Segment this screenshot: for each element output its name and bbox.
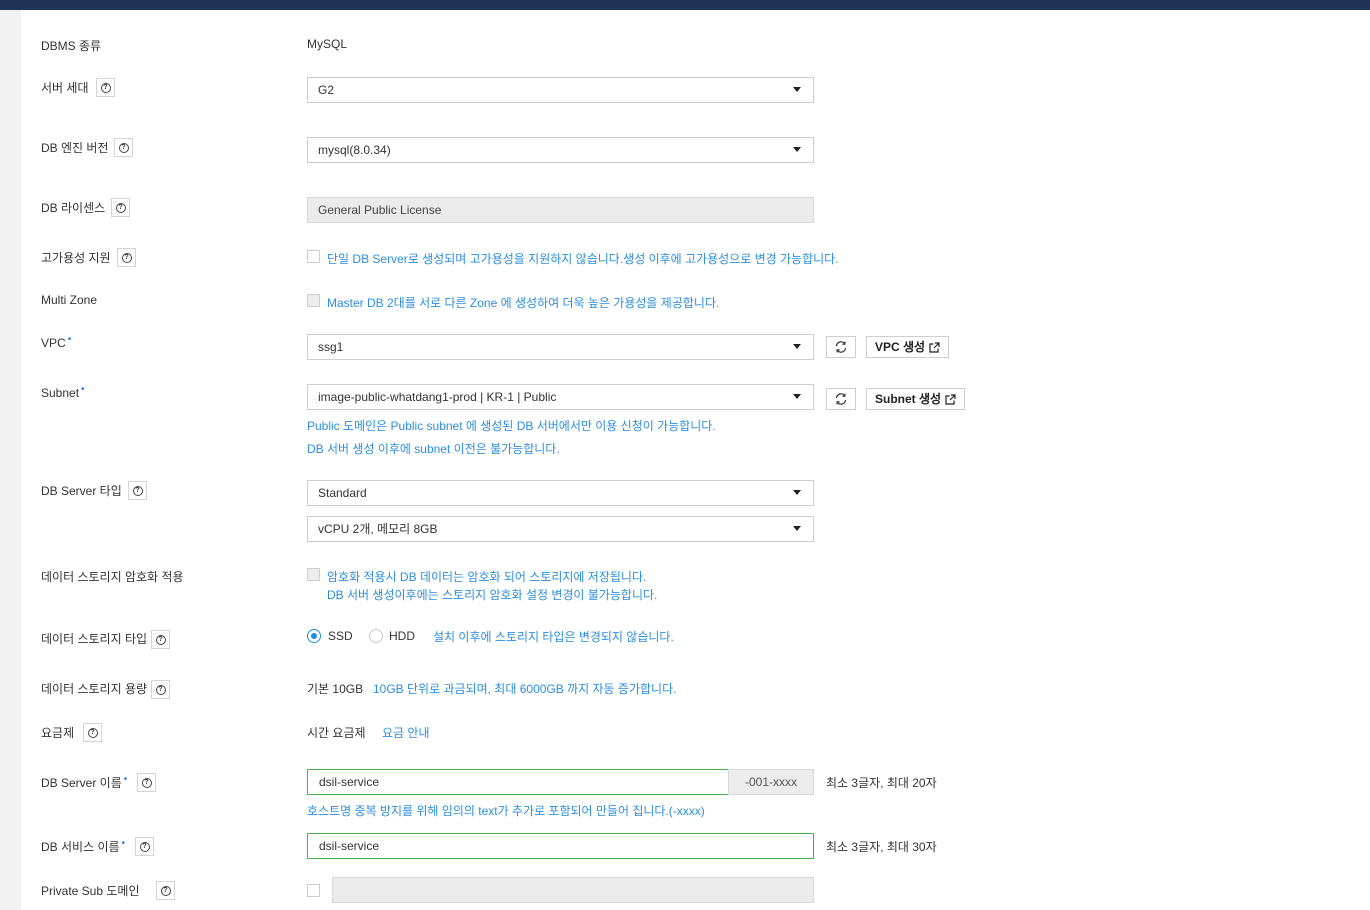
required-mark: •: [81, 384, 85, 395]
help-icon[interactable]: ?: [83, 723, 102, 742]
external-link-icon: [945, 393, 956, 405]
help-icon[interactable]: ?: [135, 837, 154, 856]
multizone-info: Master DB 2대를 서로 다른 Zone 에 생성하여 더욱 높은 가용…: [327, 296, 720, 310]
service-name-label: DB 서비스 이름 •: [41, 838, 125, 855]
help-icon[interactable]: ?: [111, 198, 130, 217]
server-name-label: DB Server 이름 •: [41, 774, 127, 791]
help-icon[interactable]: ?: [156, 881, 175, 900]
hdd-radio[interactable]: [369, 629, 383, 643]
server-gen-label: 서버 세대: [41, 81, 89, 95]
server-type-label: DB Server 타입: [41, 484, 122, 498]
help-icon[interactable]: ?: [151, 680, 170, 699]
encryption-checkbox[interactable]: [307, 568, 320, 581]
required-mark: •: [123, 774, 128, 785]
ssd-label: SSD: [328, 629, 353, 643]
caret-down-icon: [793, 147, 801, 152]
dbms-value: MySQL: [307, 37, 348, 51]
external-link-icon: [929, 341, 940, 353]
subnet-create-button[interactable]: Subnet 생성: [866, 388, 966, 410]
storage-size-value: 기본 10GB: [307, 682, 364, 696]
encryption-info-2: DB 서버 생성이후에는 스토리지 암호화 설정 변경이 불가능합니다.: [327, 588, 658, 602]
encryption-label: 데이터 스토리지 암호화 적용: [41, 570, 184, 584]
help-icon[interactable]: ?: [96, 78, 115, 97]
subnet-note-1: Public 도메인은 Public subnet 에 생성된 DB 서버에서만…: [307, 419, 716, 433]
caret-down-icon: [793, 87, 801, 92]
server-spec-value: vCPU 2개, 메모리 8GB: [318, 522, 438, 536]
refresh-icon: [835, 341, 847, 353]
server-name-label-text: DB Server 이름: [41, 776, 122, 790]
subnet-value: image-public-whatdang1-prod | KR-1 | Pub…: [318, 390, 557, 404]
subnet-label: Subnet •: [41, 384, 85, 400]
private-sub-label: Private Sub 도메인: [41, 884, 140, 898]
vpc-select[interactable]: ssg1: [307, 334, 814, 360]
hdd-label: HDD: [389, 629, 415, 643]
server-name-hint: 최소 3글자, 최대 20자: [826, 776, 937, 790]
pricing-label: 요금제: [41, 726, 75, 740]
dbms-label: DBMS 종류: [41, 39, 102, 53]
server-gen-value: G2: [318, 83, 335, 97]
help-icon[interactable]: ?: [151, 630, 170, 649]
ha-label: 고가용성 지원: [41, 251, 111, 265]
private-sub-input[interactable]: [332, 877, 814, 903]
server-name-suffix: -001-xxxx: [728, 769, 814, 795]
top-bar: [0, 0, 1370, 10]
vpc-refresh-button[interactable]: [826, 336, 856, 358]
license-label: DB 라이센스: [41, 201, 106, 215]
storage-size-note: 10GB 단위로 과금되며, 최대 6000GB 까지 자동 증가합니다.: [373, 682, 677, 696]
ha-info: 단일 DB Server로 생성되며 고가용성을 지원하지 않습니다.생성 이후…: [327, 252, 839, 266]
subnet-label-text: Subnet: [41, 386, 80, 400]
vpc-value: ssg1: [318, 340, 344, 354]
multizone-checkbox[interactable]: [307, 294, 320, 307]
encryption-info-1: 암호화 적용시 DB 데이터는 암호화 되어 스토리지에 저장됩니다.: [327, 570, 647, 584]
required-mark: •: [121, 838, 126, 849]
engine-version-value: mysql(8.0.34): [318, 143, 391, 157]
storage-size-label: 데이터 스토리지 용량: [41, 682, 148, 696]
service-name-input[interactable]: dsil-service: [307, 833, 814, 859]
caret-down-icon: [793, 490, 801, 495]
subnet-select[interactable]: image-public-whatdang1-prod | KR-1 | Pub…: [307, 384, 814, 410]
engine-version-select[interactable]: mysql(8.0.34): [307, 137, 814, 163]
help-icon[interactable]: ?: [137, 773, 156, 792]
help-icon[interactable]: ?: [128, 481, 147, 500]
server-gen-select[interactable]: G2: [307, 77, 814, 103]
pricing-value: 시간 요금제: [307, 726, 366, 740]
service-name-label-text: DB 서비스 이름: [41, 840, 120, 854]
required-mark: •: [67, 334, 72, 345]
ssd-radio[interactable]: [307, 629, 321, 643]
server-name-input[interactable]: dsil-service: [307, 769, 729, 795]
multizone-label: Multi Zone: [41, 293, 98, 307]
vpc-label: VPC •: [41, 334, 72, 350]
server-type-select[interactable]: Standard: [307, 480, 814, 506]
vpc-label-text: VPC: [41, 336, 66, 350]
server-name-note: 호스트명 중복 방지를 위해 임의의 text가 추가로 포함되어 만들어 집니…: [307, 804, 705, 818]
server-type-value: Standard: [318, 486, 367, 500]
ha-checkbox[interactable]: [307, 250, 320, 263]
subnet-create-label: Subnet 생성: [875, 392, 942, 406]
storage-type-label: 데이터 스토리지 타입: [41, 632, 148, 646]
vpc-create-label: VPC 생성: [875, 340, 926, 354]
server-spec-select[interactable]: vCPU 2개, 메모리 8GB: [307, 516, 814, 542]
subnet-note-2: DB 서버 생성 이후에 subnet 이전은 불가능합니다.: [307, 442, 560, 456]
private-sub-checkbox[interactable]: [307, 884, 320, 897]
subnet-refresh-button[interactable]: [826, 388, 856, 410]
engine-version-label: DB 엔진 버전: [41, 141, 109, 155]
storage-type-note: 설치 이후에 스토리지 타입은 변경되지 않습니다.: [433, 630, 674, 644]
caret-down-icon: [793, 526, 801, 531]
help-icon[interactable]: ?: [114, 138, 133, 157]
pricing-guide-link[interactable]: 요금 안내: [382, 724, 430, 741]
help-icon[interactable]: ?: [117, 248, 136, 267]
caret-down-icon: [793, 344, 801, 349]
vpc-create-button[interactable]: VPC 생성: [866, 336, 950, 358]
service-name-hint: 최소 3글자, 최대 30자: [826, 840, 937, 854]
license-field: General Public License: [307, 197, 814, 223]
caret-down-icon: [793, 394, 801, 399]
refresh-icon: [835, 393, 847, 405]
